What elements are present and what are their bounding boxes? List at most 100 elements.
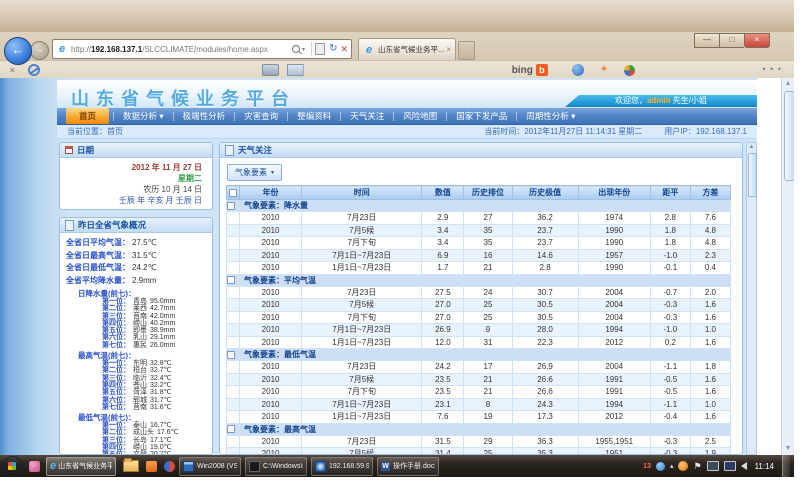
nav-item-8[interactable]: 周期性分析 ▾: [517, 110, 584, 122]
browser-scrollbar[interactable]: ▲ ▼: [781, 78, 794, 455]
scrollbar-thumb[interactable]: [784, 91, 795, 181]
toolbar-overflow-icon[interactable]: • • •: [763, 64, 782, 74]
nav-item-5[interactable]: 天气关注: [341, 110, 393, 122]
address-bar[interactable]: e http://192.168.137.1/SLCCLIMATE/module…: [52, 39, 352, 59]
cell: 2.0: [690, 286, 730, 299]
nav-item-0[interactable]: 首页: [66, 108, 109, 124]
taskbar-app-button-2[interactable]: 192.168.59.99...: [311, 457, 373, 476]
cell: 22.3: [512, 336, 578, 349]
group-collapse-checkbox[interactable]: [227, 425, 235, 433]
clock[interactable]: 11:14: [755, 462, 774, 471]
content-scrollbar[interactable]: ▲: [746, 142, 757, 455]
tray-expand-icon[interactable]: ▴: [670, 463, 674, 470]
cell: 1.6: [690, 336, 730, 349]
pinned-app-icon[interactable]: [29, 461, 40, 472]
start-button[interactable]: [2, 456, 23, 477]
forward-button[interactable]: →: [30, 41, 49, 60]
messenger-tray-icon[interactable]: [656, 462, 665, 471]
cell: 6.9: [422, 249, 464, 262]
table-row: 20101月1日~7月23日7.61917.32012-0.41.6: [227, 411, 731, 424]
summary-stat: 全省日最高气温：31.5℃: [66, 250, 208, 263]
pinned-app-icon[interactable]: [146, 461, 157, 472]
back-button[interactable]: ←: [4, 37, 32, 65]
scroll-down-icon[interactable]: ▼: [782, 443, 794, 455]
rank-label: 第三位：: [66, 313, 130, 320]
summary-title: 昨日全省气象概况: [78, 219, 146, 231]
cell: 2.8: [650, 212, 690, 225]
cell: 7月5候: [302, 373, 422, 386]
cell: 26.6: [512, 373, 578, 386]
compatibility-icon[interactable]: [315, 43, 325, 55]
browser-tray-icon[interactable]: [678, 461, 688, 471]
search-dropdown-icon[interactable]: ▾: [302, 46, 305, 53]
rank-label: 第七位：: [66, 404, 130, 411]
scroll-up-icon[interactable]: ▲: [782, 78, 794, 90]
nav-item-7[interactable]: 国家下发产品: [447, 110, 516, 122]
select-all-checkbox[interactable]: [229, 189, 237, 197]
sharing-icon[interactable]: [624, 65, 635, 76]
cell: 1991: [578, 386, 650, 399]
explorer-icon[interactable]: [123, 460, 139, 472]
group-collapse-checkbox[interactable]: [227, 202, 235, 210]
scroll-up-icon[interactable]: ▲: [747, 143, 756, 152]
show-desktop-button[interactable]: [782, 455, 790, 477]
cell: 7月1日~7月23日: [302, 398, 422, 411]
toolbar-close-icon[interactable]: ✕: [9, 66, 16, 75]
scrollbar-thumb[interactable]: [748, 153, 757, 197]
nav-item-4[interactable]: 整编资料: [288, 110, 340, 122]
cell: 1.6: [690, 411, 730, 424]
nav-item-1[interactable]: 数据分析 ▾: [114, 110, 173, 122]
cell: 9: [464, 324, 512, 337]
cell: -0.7: [650, 286, 690, 299]
card-icon[interactable]: [262, 64, 279, 76]
cell: 17.3: [512, 411, 578, 424]
taskbar-app-button-3[interactable]: W操作手册.docx -: [377, 457, 439, 476]
element-selector-button[interactable]: 气象要素▾: [227, 164, 282, 181]
stop-icon[interactable]: ✕: [340, 44, 348, 54]
table-row: 20107月5候27.02530.52004-0.31.6: [227, 299, 731, 312]
display-icon[interactable]: [724, 461, 736, 471]
cell: 27.0: [422, 311, 464, 324]
cell: 28.0: [512, 324, 578, 337]
nav-item-6[interactable]: 风险地图: [394, 110, 446, 122]
blocked-icon[interactable]: [28, 64, 40, 76]
pinned-app-icon[interactable]: [164, 461, 175, 472]
station-value: 26.0mm: [150, 342, 175, 349]
cell: 1.8: [690, 361, 730, 374]
minimize-button[interactable]: —: [694, 33, 719, 48]
stat-label: 全省日最高气温：: [66, 250, 130, 263]
cell: 7月5候: [302, 448, 422, 456]
browser-tab[interactable]: e 山东省气候业务平... ×: [358, 38, 456, 60]
weather-summary-panel: 昨日全省气象概况 全省日平均气温：27.5℃全省日最高气温：31.5℃全省日最低…: [59, 217, 213, 455]
taskbar-app-button-0[interactable]: Win2008 (VS2...: [179, 457, 241, 476]
cell: 30.5: [512, 299, 578, 312]
nav-item-2[interactable]: 极端性分析: [174, 110, 235, 122]
refresh-icon[interactable]: ↻: [329, 44, 337, 54]
network-icon[interactable]: [707, 461, 719, 471]
bing-logo[interactable]: bing b: [512, 64, 548, 76]
close-button[interactable]: ×: [744, 33, 770, 48]
taskbar-app-button-1[interactable]: C:\Windows\s...: [245, 457, 307, 476]
sparkle-icon[interactable]: ✦: [600, 65, 608, 75]
maximize-button[interactable]: □: [719, 33, 744, 48]
nav-item-3[interactable]: 灾害查询: [235, 110, 287, 122]
tab-close-icon[interactable]: ×: [446, 45, 451, 54]
cell: 24: [464, 286, 512, 299]
main-nav: 首页数据分析 ▾极端性分析灾害查询整编资料天气关注风险地图国家下发产品周期性分析…: [57, 108, 757, 125]
ranking-row: 第二位：桓台32.7℃: [66, 367, 208, 374]
action-center-flag-icon[interactable]: ⚑: [693, 462, 701, 471]
search-icon[interactable]: [292, 45, 300, 53]
stat-label: 全省日平均气温：: [66, 237, 130, 250]
weather-watch-panel: 天气关注 气象要素▾ 年份时间数值历史排位历史极值出现年份距平方差气象要素：降水…: [219, 142, 743, 455]
messenger-icon[interactable]: [572, 64, 584, 76]
cell: 7.6: [422, 411, 464, 424]
volume-icon[interactable]: [741, 462, 747, 470]
taskbar-ie-button[interactable]: e 山东省气候业务平...: [46, 457, 116, 476]
cell: -0.4: [650, 411, 690, 424]
mail-icon[interactable]: [287, 64, 304, 76]
cell: 7月1日~7月23日: [302, 249, 422, 262]
group-collapse-checkbox[interactable]: [227, 276, 235, 284]
new-tab-button[interactable]: [458, 41, 475, 60]
group-collapse-checkbox[interactable]: [227, 351, 235, 359]
cell: 2004: [578, 286, 650, 299]
